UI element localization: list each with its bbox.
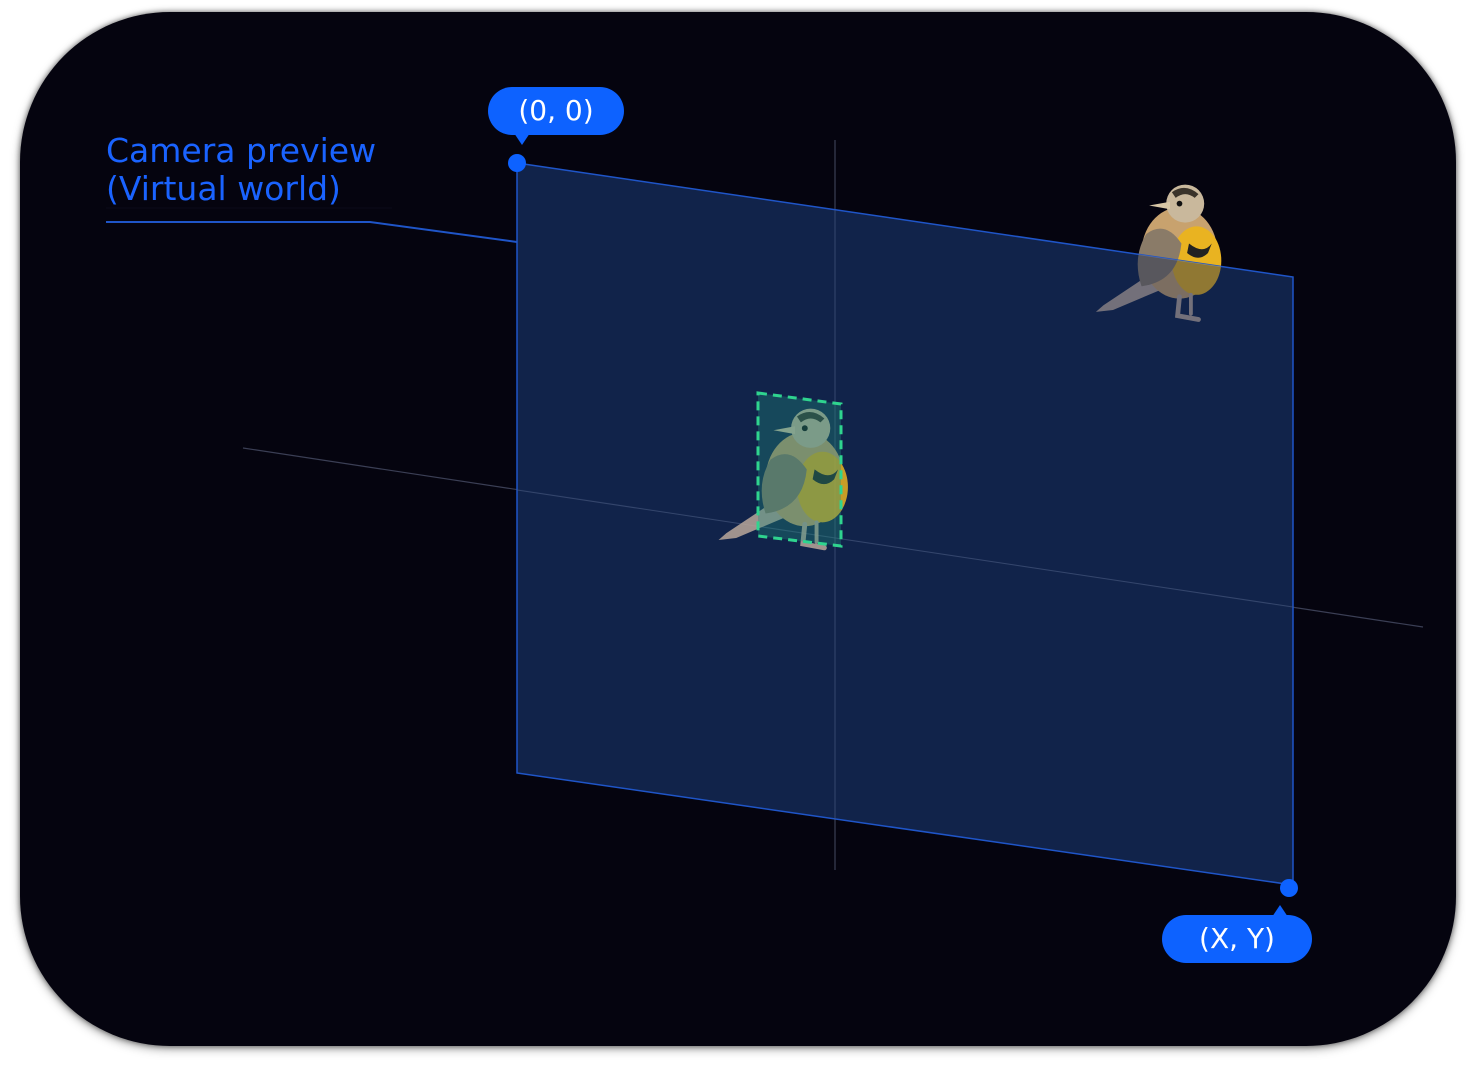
corner-coordinate-bubble: (X, Y) bbox=[1162, 915, 1312, 963]
caption-leader-line bbox=[106, 221, 518, 243]
origin-coordinate-bubble: (0, 0) bbox=[488, 87, 624, 135]
corner-point-marker bbox=[1280, 879, 1298, 897]
camera-preview-label: Camera preview bbox=[106, 131, 377, 170]
virtual-world-label: (Virtual world) bbox=[106, 169, 341, 208]
origin-point-marker bbox=[508, 154, 526, 172]
bounding-box bbox=[756, 391, 843, 548]
